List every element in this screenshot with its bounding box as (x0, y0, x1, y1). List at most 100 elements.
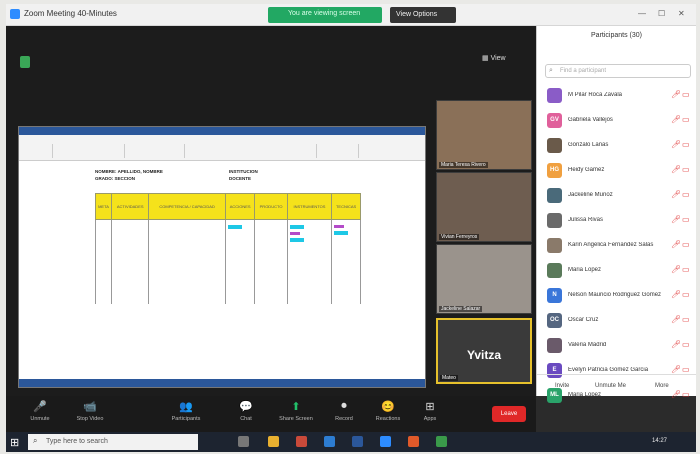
participant-name: M Pilar Roca Zavala (568, 92, 623, 98)
close-icon[interactable]: ✕ (678, 9, 685, 18)
record-button[interactable]: ⏺ Record (324, 400, 364, 422)
participant-name: Nelson Mauricio Rodriguez Gomez (568, 292, 662, 298)
participant-row[interactable]: Jackeline Muñoz 🎤︎ ▭ (537, 184, 696, 209)
windows-start-icon[interactable]: ⊞ (10, 436, 19, 449)
edge-browser-icon[interactable] (324, 436, 335, 447)
avatar (547, 238, 562, 253)
toolbar-label: Participants (171, 416, 201, 422)
view-button[interactable]: ▦ View (482, 54, 506, 62)
avatar: HG (547, 163, 562, 178)
stop-video-button[interactable]: 📹 Stop Video (70, 400, 110, 422)
app-icon[interactable] (408, 436, 419, 447)
avatar (547, 338, 562, 353)
title-bar: Zoom Meeting 40-Minutes You are viewing … (6, 4, 696, 26)
word-ribbon (19, 135, 425, 161)
unmute-button[interactable]: 🎤 Unmute (20, 400, 60, 422)
doc-header-left-1: NOMBRE: APELLIDO, NOMBRE (95, 169, 163, 174)
participant-row[interactable]: OC Oscar Cruz 🎤︎ ▭ (537, 309, 696, 334)
participant-search-input[interactable]: ⌕ Find a participant (545, 64, 691, 78)
video-off-icon: ▭ (682, 190, 690, 199)
muted-mic-icon: 🎤︎ (671, 90, 682, 99)
word-titlebar (19, 127, 425, 135)
participant-name: Oscar Cruz (568, 317, 599, 323)
table-cell (224, 219, 256, 304)
participant-row[interactable]: GV Gabriela Vallejos 🎤︎ ▭ (537, 109, 696, 134)
apps-icon: ⊞ (425, 401, 435, 413)
zoom-taskbar-icon[interactable] (380, 436, 391, 447)
muted-mic-icon: 🎤︎ (671, 315, 682, 324)
apps-button[interactable]: ⊞ Apps (410, 400, 450, 422)
video-off-icon: ▭ (682, 115, 690, 124)
windows-taskbar: ⊞ ⌕ Type here to search 14:27 (6, 432, 696, 452)
video-tile-active-speaker[interactable]: Yvitza Mateo (436, 318, 532, 384)
chat-icon: 💬 (239, 401, 253, 413)
word-icon[interactable] (352, 436, 363, 447)
participants-icon: 👥 (179, 401, 193, 413)
participant-row[interactable]: M Pilar Roca Zavala 🎤︎ ▭ (537, 84, 696, 109)
video-tile-display-name: Yvitza (466, 348, 502, 362)
participant-name: Gabriela Vallejos (568, 117, 613, 123)
participants-button[interactable]: 👥 Participants (166, 400, 206, 422)
video-tile[interactable]: Vivian Ferreyros (436, 172, 532, 242)
muted-mic-icon: 🎤︎ (671, 165, 682, 174)
zoom-window: Zoom Meeting 40-Minutes You are viewing … (6, 4, 696, 452)
app-icon[interactable] (296, 436, 307, 447)
participant-name: Gonzalo Lanas (568, 142, 609, 148)
app-icon[interactable] (436, 436, 447, 447)
video-off-icon: ▭ (682, 140, 690, 149)
file-explorer-icon[interactable] (268, 436, 279, 447)
avatar (547, 188, 562, 203)
search-icon: ⌕ (33, 436, 38, 445)
search-icon: ⌕ (549, 67, 553, 74)
muted-mic-icon: 🎤︎ (671, 290, 682, 299)
video-tile-name: Maria Teresa Rivero (439, 162, 488, 168)
table-header: TECNICAS (331, 193, 361, 220)
more-button[interactable]: More (655, 383, 669, 389)
video-tile[interactable]: Jackeline Salazar (436, 244, 532, 314)
invite-button[interactable]: Invite (555, 383, 569, 389)
participant-name: Julissa Rivas (568, 217, 604, 223)
maximize-icon[interactable]: ☐ (658, 9, 665, 18)
video-tile[interactable]: Maria Teresa Rivero (436, 100, 532, 170)
participant-row[interactable]: Gonzalo Lanas 🎤︎ ▭ (537, 134, 696, 159)
encryption-shield-icon[interactable] (20, 56, 30, 68)
participant-row[interactable]: Julissa Rivas 🎤︎ ▭ (537, 209, 696, 234)
reactions-button[interactable]: 😊 Reactions (368, 400, 408, 422)
participant-row[interactable]: Valeria Madrid 🎤︎ ▭ (537, 334, 696, 359)
leave-button[interactable]: Leave (492, 406, 526, 422)
highlight-mark (289, 225, 304, 229)
participant-row[interactable]: N Nelson Mauricio Rodriguez Gomez 🎤︎ ▭ (537, 284, 696, 309)
muted-mic-icon: 🎤︎ (671, 365, 682, 374)
chat-button[interactable]: 💬 Chat (226, 400, 266, 422)
video-camera-icon: 📹 (83, 401, 97, 413)
participant-name: Valeria Madrid (568, 342, 607, 348)
table-cell (148, 219, 226, 304)
toolbar-label: Chat (240, 416, 252, 422)
muted-mic-icon: 🎤︎ (671, 265, 682, 274)
participant-row[interactable]: Karin Angelica Fernandez Salas 🎤︎ ▭ (537, 234, 696, 259)
participant-name: Maria Lopez (568, 267, 602, 273)
share-screen-button[interactable]: ⬆ Share Screen (276, 400, 316, 422)
participant-list: M Pilar Roca Zavala 🎤︎ ▭ GV Gabriela Vallej… (537, 84, 696, 409)
video-off-icon: ▭ (682, 290, 690, 299)
taskbar-search-input[interactable]: ⌕ Type here to search (28, 434, 198, 450)
word-statusbar (19, 379, 425, 387)
microphone-icon: 🎤 (33, 401, 47, 413)
muted-mic-icon: 🎤︎ (671, 140, 682, 149)
participant-name: Evelyn Patricia Gomez Garcia (568, 367, 649, 373)
highlight-mark (334, 225, 345, 228)
task-view-icon[interactable] (238, 436, 249, 447)
unmute-me-button[interactable]: Unmute Me (595, 383, 626, 389)
meeting-stage: ▦ View NOMBRE: APELLIDO, NOMBRE GRADO: S… (6, 26, 536, 396)
participant-row[interactable]: Maria Lopez 🎤︎ ▭ (537, 259, 696, 284)
muted-mic-icon: 🎤︎ (671, 240, 682, 249)
video-off-icon: ▭ (682, 90, 690, 99)
view-options-button[interactable]: View Options (390, 7, 456, 23)
document-page: NOMBRE: APELLIDO, NOMBRE GRADO: SECCION … (89, 163, 369, 381)
participant-row[interactable]: HG Heidy Gamez 🎤︎ ▭ (537, 159, 696, 184)
toolbar-label: Unmute (30, 416, 50, 422)
table-header: ACTIVIDADES (110, 193, 150, 220)
minimize-icon[interactable]: — (638, 9, 646, 18)
toolbar-label: Apps (423, 416, 437, 422)
avatar (547, 88, 562, 103)
